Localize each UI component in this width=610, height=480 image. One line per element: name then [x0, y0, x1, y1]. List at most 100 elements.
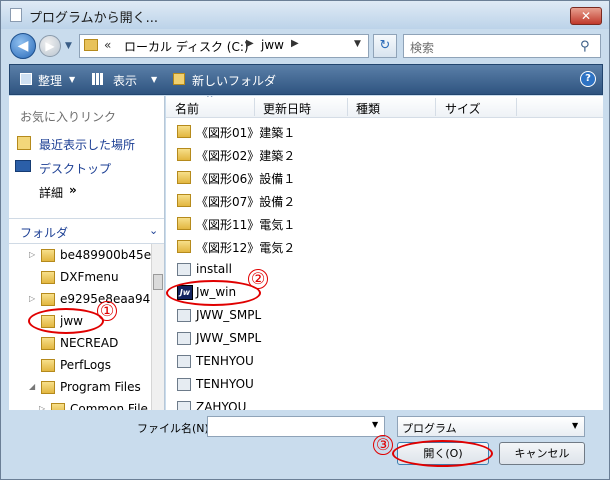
close-button[interactable]: ✕ — [570, 7, 602, 25]
new-folder-button[interactable]: 新しいフォルダ — [192, 72, 276, 89]
chevron-down-icon[interactable]: ▼ — [572, 421, 578, 430]
annotation-ring-open — [392, 440, 493, 467]
file-row[interactable]: 《図形07》設備２ — [174, 190, 414, 212]
file-row[interactable]: 《図形12》電気２ — [174, 236, 414, 258]
tree-item[interactable]: DXFmenu — [9, 267, 151, 289]
annotation-ring-jw-win — [166, 280, 261, 306]
column-divider[interactable] — [254, 98, 255, 116]
refresh-button[interactable]: ↻ — [373, 34, 397, 58]
fav-desktop[interactable]: デスクトップ — [39, 160, 111, 177]
address-bar[interactable]: « ローカル ディスク (C:) ▶ jww ▶ ▼ — [79, 34, 369, 58]
back-button[interactable]: ◀ — [10, 33, 36, 59]
search-placeholder: 検索 — [410, 41, 435, 55]
window-title: プログラムから開く... — [29, 11, 159, 26]
view-button[interactable]: 表示 — [113, 72, 137, 89]
breadcrumb-separator-icon[interactable]: ▶ — [291, 38, 299, 49]
folders-header[interactable]: フォルダ ⌄ — [9, 218, 164, 244]
exe-icon — [177, 263, 191, 276]
desktop-icon — [15, 160, 31, 172]
folder-icon — [177, 217, 191, 230]
fav-recent-places[interactable]: 最近表示した場所 — [39, 136, 135, 153]
file-row[interactable]: install — [174, 259, 414, 281]
annotation-ring-jww — [28, 308, 104, 334]
window-doc-icon — [10, 8, 22, 22]
filename-field[interactable]: ▼ — [207, 416, 385, 437]
file-row[interactable]: JWW_SMPL — [174, 305, 414, 327]
column-header-row: ^ 名前 更新日時 種類 サイズ — [166, 96, 603, 118]
config-icon — [177, 355, 191, 368]
search-icon[interactable]: ⚲ — [580, 39, 590, 54]
file-name: 《図形11》電気１ — [196, 218, 296, 232]
address-dropdown-icon[interactable]: ▼ — [354, 39, 361, 49]
tree-item[interactable]: ▷ e9295e8eaa947 — [9, 289, 152, 311]
config-icon — [177, 401, 191, 410]
annotation-number-1: ① — [97, 301, 117, 321]
file-name: ZAHYOU — [196, 400, 247, 410]
folder-icon — [51, 403, 65, 410]
column-name[interactable]: 名前 — [175, 100, 199, 117]
address-overflow-chevron[interactable]: « — [104, 38, 111, 52]
column-type[interactable]: 種類 — [356, 100, 380, 117]
file-row[interactable]: ZAHYOU — [174, 397, 414, 410]
tree-item[interactable]: ▷ Common File — [19, 399, 151, 410]
folder-icon — [177, 194, 191, 207]
file-name: JWW_SMPL — [196, 331, 262, 345]
file-row[interactable]: 《図形02》建築２ — [174, 144, 414, 166]
scrollbar-thumb[interactable] — [153, 274, 163, 290]
expand-icon[interactable]: ▷ — [29, 294, 35, 303]
fav-more-link[interactable]: 詳細 — [39, 184, 63, 201]
file-name: 《図形02》建築２ — [196, 149, 296, 163]
collapse-icon[interactable]: ◢ — [29, 382, 35, 391]
breadcrumb-local-disk[interactable]: ローカル ディスク (C:) — [124, 38, 249, 55]
folder-icon — [41, 381, 55, 394]
recent-places-icon — [17, 136, 31, 150]
file-row[interactable]: JWW_SMPL — [174, 328, 414, 350]
expand-icon[interactable]: ▷ — [39, 404, 45, 410]
breadcrumb-jww[interactable]: jww — [261, 38, 284, 52]
chevron-down-icon[interactable]: ▼ — [151, 75, 157, 84]
tree-item-label: NECREAD — [60, 336, 119, 350]
file-row[interactable]: TENHYOU — [174, 351, 414, 373]
tree-item-label: PerfLogs — [60, 358, 112, 372]
organize-button[interactable]: 整理 — [38, 72, 62, 89]
column-size[interactable]: サイズ — [445, 100, 481, 117]
chevron-down-icon[interactable]: ▼ — [372, 420, 378, 429]
column-modified[interactable]: 更新日時 — [263, 100, 311, 117]
breadcrumb-separator-icon[interactable]: ▶ — [246, 38, 254, 49]
help-icon[interactable]: ? — [580, 71, 596, 87]
expand-icon[interactable]: ▷ — [29, 250, 35, 259]
file-row[interactable]: 《図形11》電気１ — [174, 213, 414, 235]
file-name: 《図形06》設備１ — [196, 172, 296, 186]
tree-item[interactable]: ◢ Program Files — [9, 377, 151, 399]
file-row[interactable]: 《図形06》設備１ — [174, 167, 414, 189]
folder-icon — [177, 240, 191, 253]
search-input[interactable]: 検索 ⚲ — [403, 34, 601, 58]
tree-item[interactable]: PerfLogs — [9, 355, 151, 377]
file-row[interactable]: 《図形01》建築１ — [174, 121, 414, 143]
file-row[interactable]: TENHYOU — [174, 374, 414, 396]
sort-ascending-icon: ^ — [206, 96, 214, 104]
folder-icon — [41, 271, 55, 284]
file-name: TENHYOU — [196, 377, 254, 391]
chevron-down-icon[interactable]: ⌄ — [149, 224, 158, 237]
chevron-down-icon[interactable]: ▼ — [69, 75, 75, 84]
forward-button[interactable]: ▶ — [39, 35, 61, 57]
recent-pages-dropdown[interactable]: ▼ — [65, 39, 77, 53]
cancel-button[interactable]: キャンセル — [499, 442, 585, 465]
tree-scrollbar[interactable] — [151, 244, 164, 410]
navigation-pane: お気に入りリンク 最近表示した場所 デスクトップ 詳細 » フォルダ ⌄ ▷ b… — [9, 96, 165, 410]
double-chevron-icon[interactable]: » — [69, 183, 77, 197]
column-divider[interactable] — [516, 98, 517, 116]
file-name: install — [196, 262, 232, 276]
column-divider[interactable] — [435, 98, 436, 116]
tree-item[interactable]: NECREAD — [9, 333, 151, 355]
file-name: 《図形01》建築１ — [196, 126, 296, 140]
column-divider[interactable] — [347, 98, 348, 116]
file-name: JWW_SMPL — [196, 308, 262, 322]
exe-icon — [177, 378, 191, 391]
filetype-select[interactable]: プログラム ▼ — [397, 416, 585, 437]
file-name: TENHYOU — [196, 354, 254, 368]
folder-icon — [177, 148, 191, 161]
tree-item[interactable]: ▷ be489900b45eb — [9, 245, 152, 267]
tree-item-label: DXFmenu — [60, 270, 119, 284]
